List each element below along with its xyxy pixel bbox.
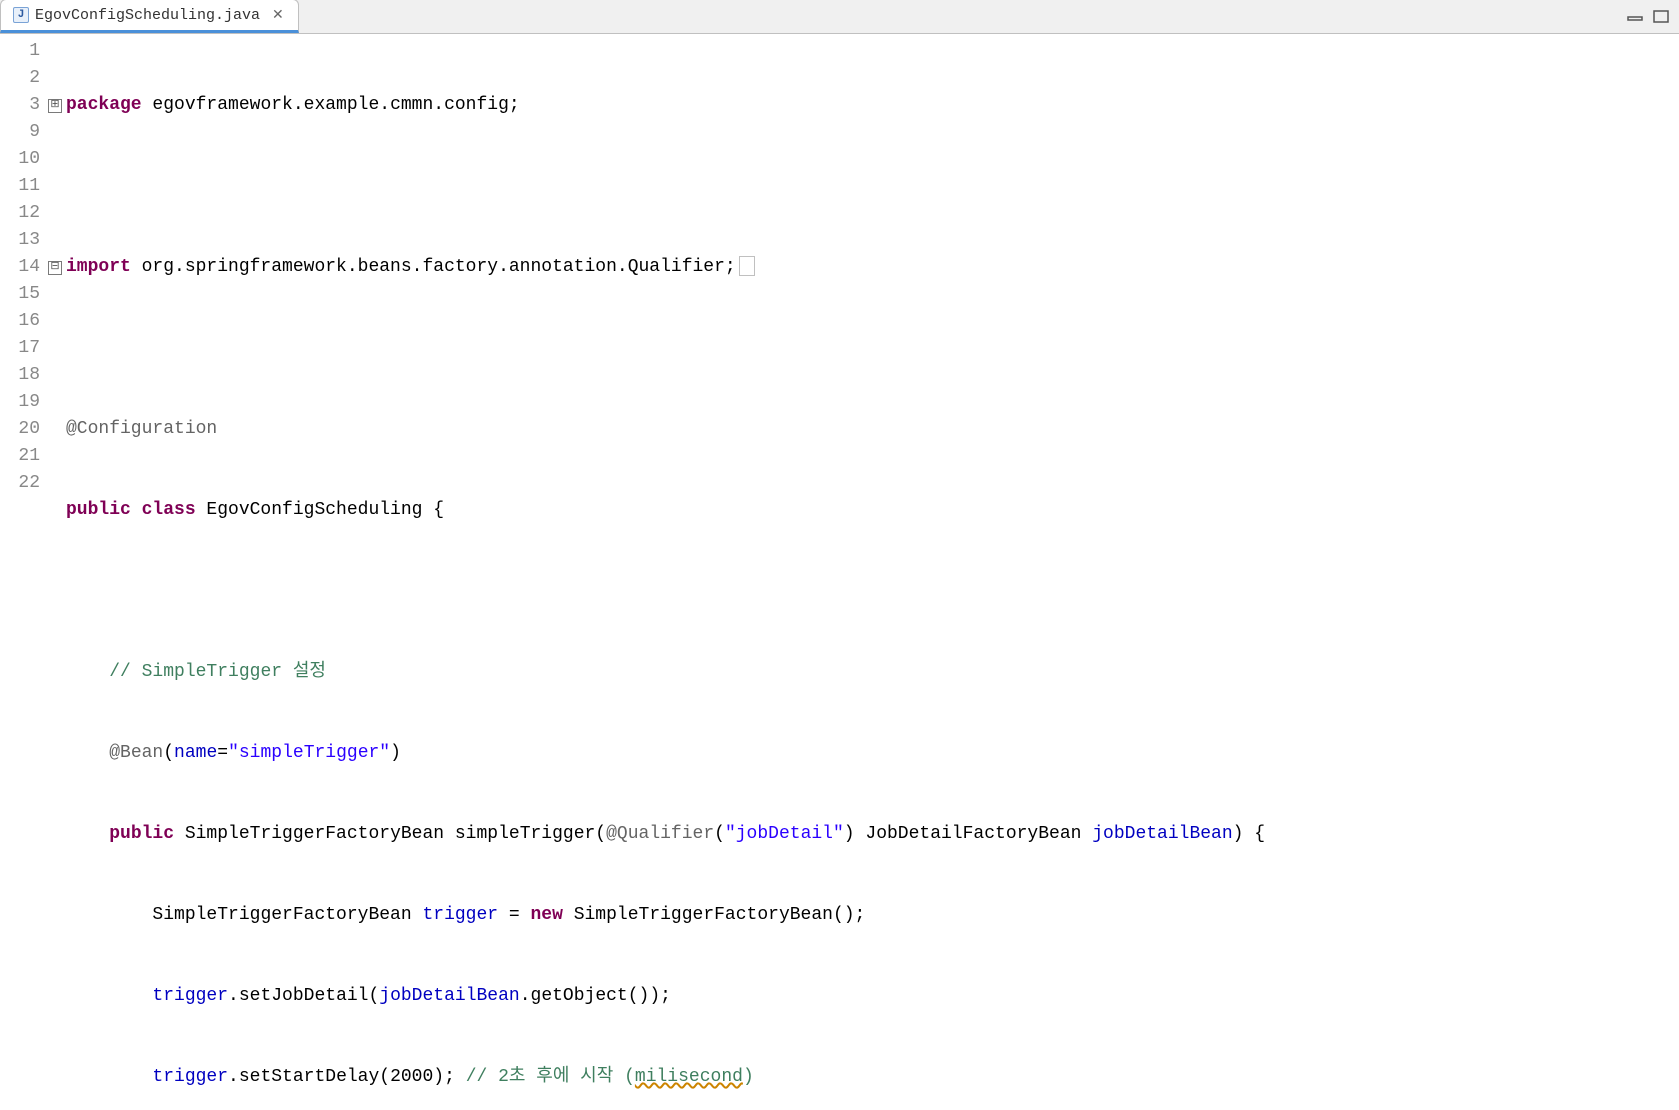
tabs-container: J EgovConfigScheduling.java ✕ (0, 0, 299, 33)
code-line (66, 173, 1679, 200)
code-area[interactable]: package egovframework.example.cmmn.confi… (46, 34, 1679, 1110)
line-number: 21 (0, 443, 46, 470)
line-number: 13 (0, 227, 46, 254)
code-line: @Configuration (66, 416, 1679, 443)
line-number: 12 (0, 200, 46, 227)
line-number-gutter: 1 2 3⊞ 9 10 11 12 13 14⊟ 15 16 17 18 19 … (0, 34, 46, 1110)
line-number: 11 (0, 173, 46, 200)
line-number: 19 (0, 389, 46, 416)
minimize-icon[interactable] (1627, 10, 1645, 24)
collapsed-imports-icon[interactable] (739, 256, 755, 276)
code-line: public class EgovConfigScheduling { (66, 497, 1679, 524)
editor-tab[interactable]: J EgovConfigScheduling.java ✕ (0, 0, 299, 33)
line-number: 22 (0, 470, 46, 497)
line-number: 20 (0, 416, 46, 443)
code-line: // SimpleTrigger 설정 (66, 659, 1679, 686)
code-line (66, 578, 1679, 605)
tab-label: EgovConfigScheduling.java (35, 7, 260, 24)
code-line: @Bean(name="simpleTrigger") (66, 740, 1679, 767)
toolbar-right (1627, 10, 1679, 24)
code-line: SimpleTriggerFactoryBean trigger = new S… (66, 902, 1679, 929)
line-number: 18 (0, 362, 46, 389)
code-line: trigger.setJobDetail(jobDetailBean.getOb… (66, 983, 1679, 1010)
maximize-icon[interactable] (1653, 10, 1671, 24)
line-number: 2 (0, 65, 46, 92)
line-number: 16 (0, 308, 46, 335)
line-number: 3⊞ (0, 92, 46, 119)
code-line: trigger.setStartDelay(2000); // 2초 후에 시작… (66, 1064, 1679, 1091)
close-icon[interactable]: ✕ (270, 7, 286, 24)
line-number: 9 (0, 119, 46, 146)
code-line (66, 335, 1679, 362)
code-line: package egovframework.example.cmmn.confi… (66, 92, 1679, 119)
fold-expand-icon[interactable]: ⊞ (48, 99, 62, 113)
editor-area: 1 2 3⊞ 9 10 11 12 13 14⊟ 15 16 17 18 19 … (0, 34, 1679, 1110)
line-number: 10 (0, 146, 46, 173)
code-line: public SimpleTriggerFactoryBean simpleTr… (66, 821, 1679, 848)
line-number: 1 (0, 38, 46, 65)
fold-collapse-icon[interactable]: ⊟ (48, 261, 62, 275)
line-number: 15 (0, 281, 46, 308)
line-number: 17 (0, 335, 46, 362)
tab-bar: J EgovConfigScheduling.java ✕ (0, 0, 1679, 34)
java-file-icon: J (13, 7, 29, 23)
line-number: 14⊟ (0, 254, 46, 281)
code-line: import org.springframework.beans.factory… (66, 254, 1679, 281)
